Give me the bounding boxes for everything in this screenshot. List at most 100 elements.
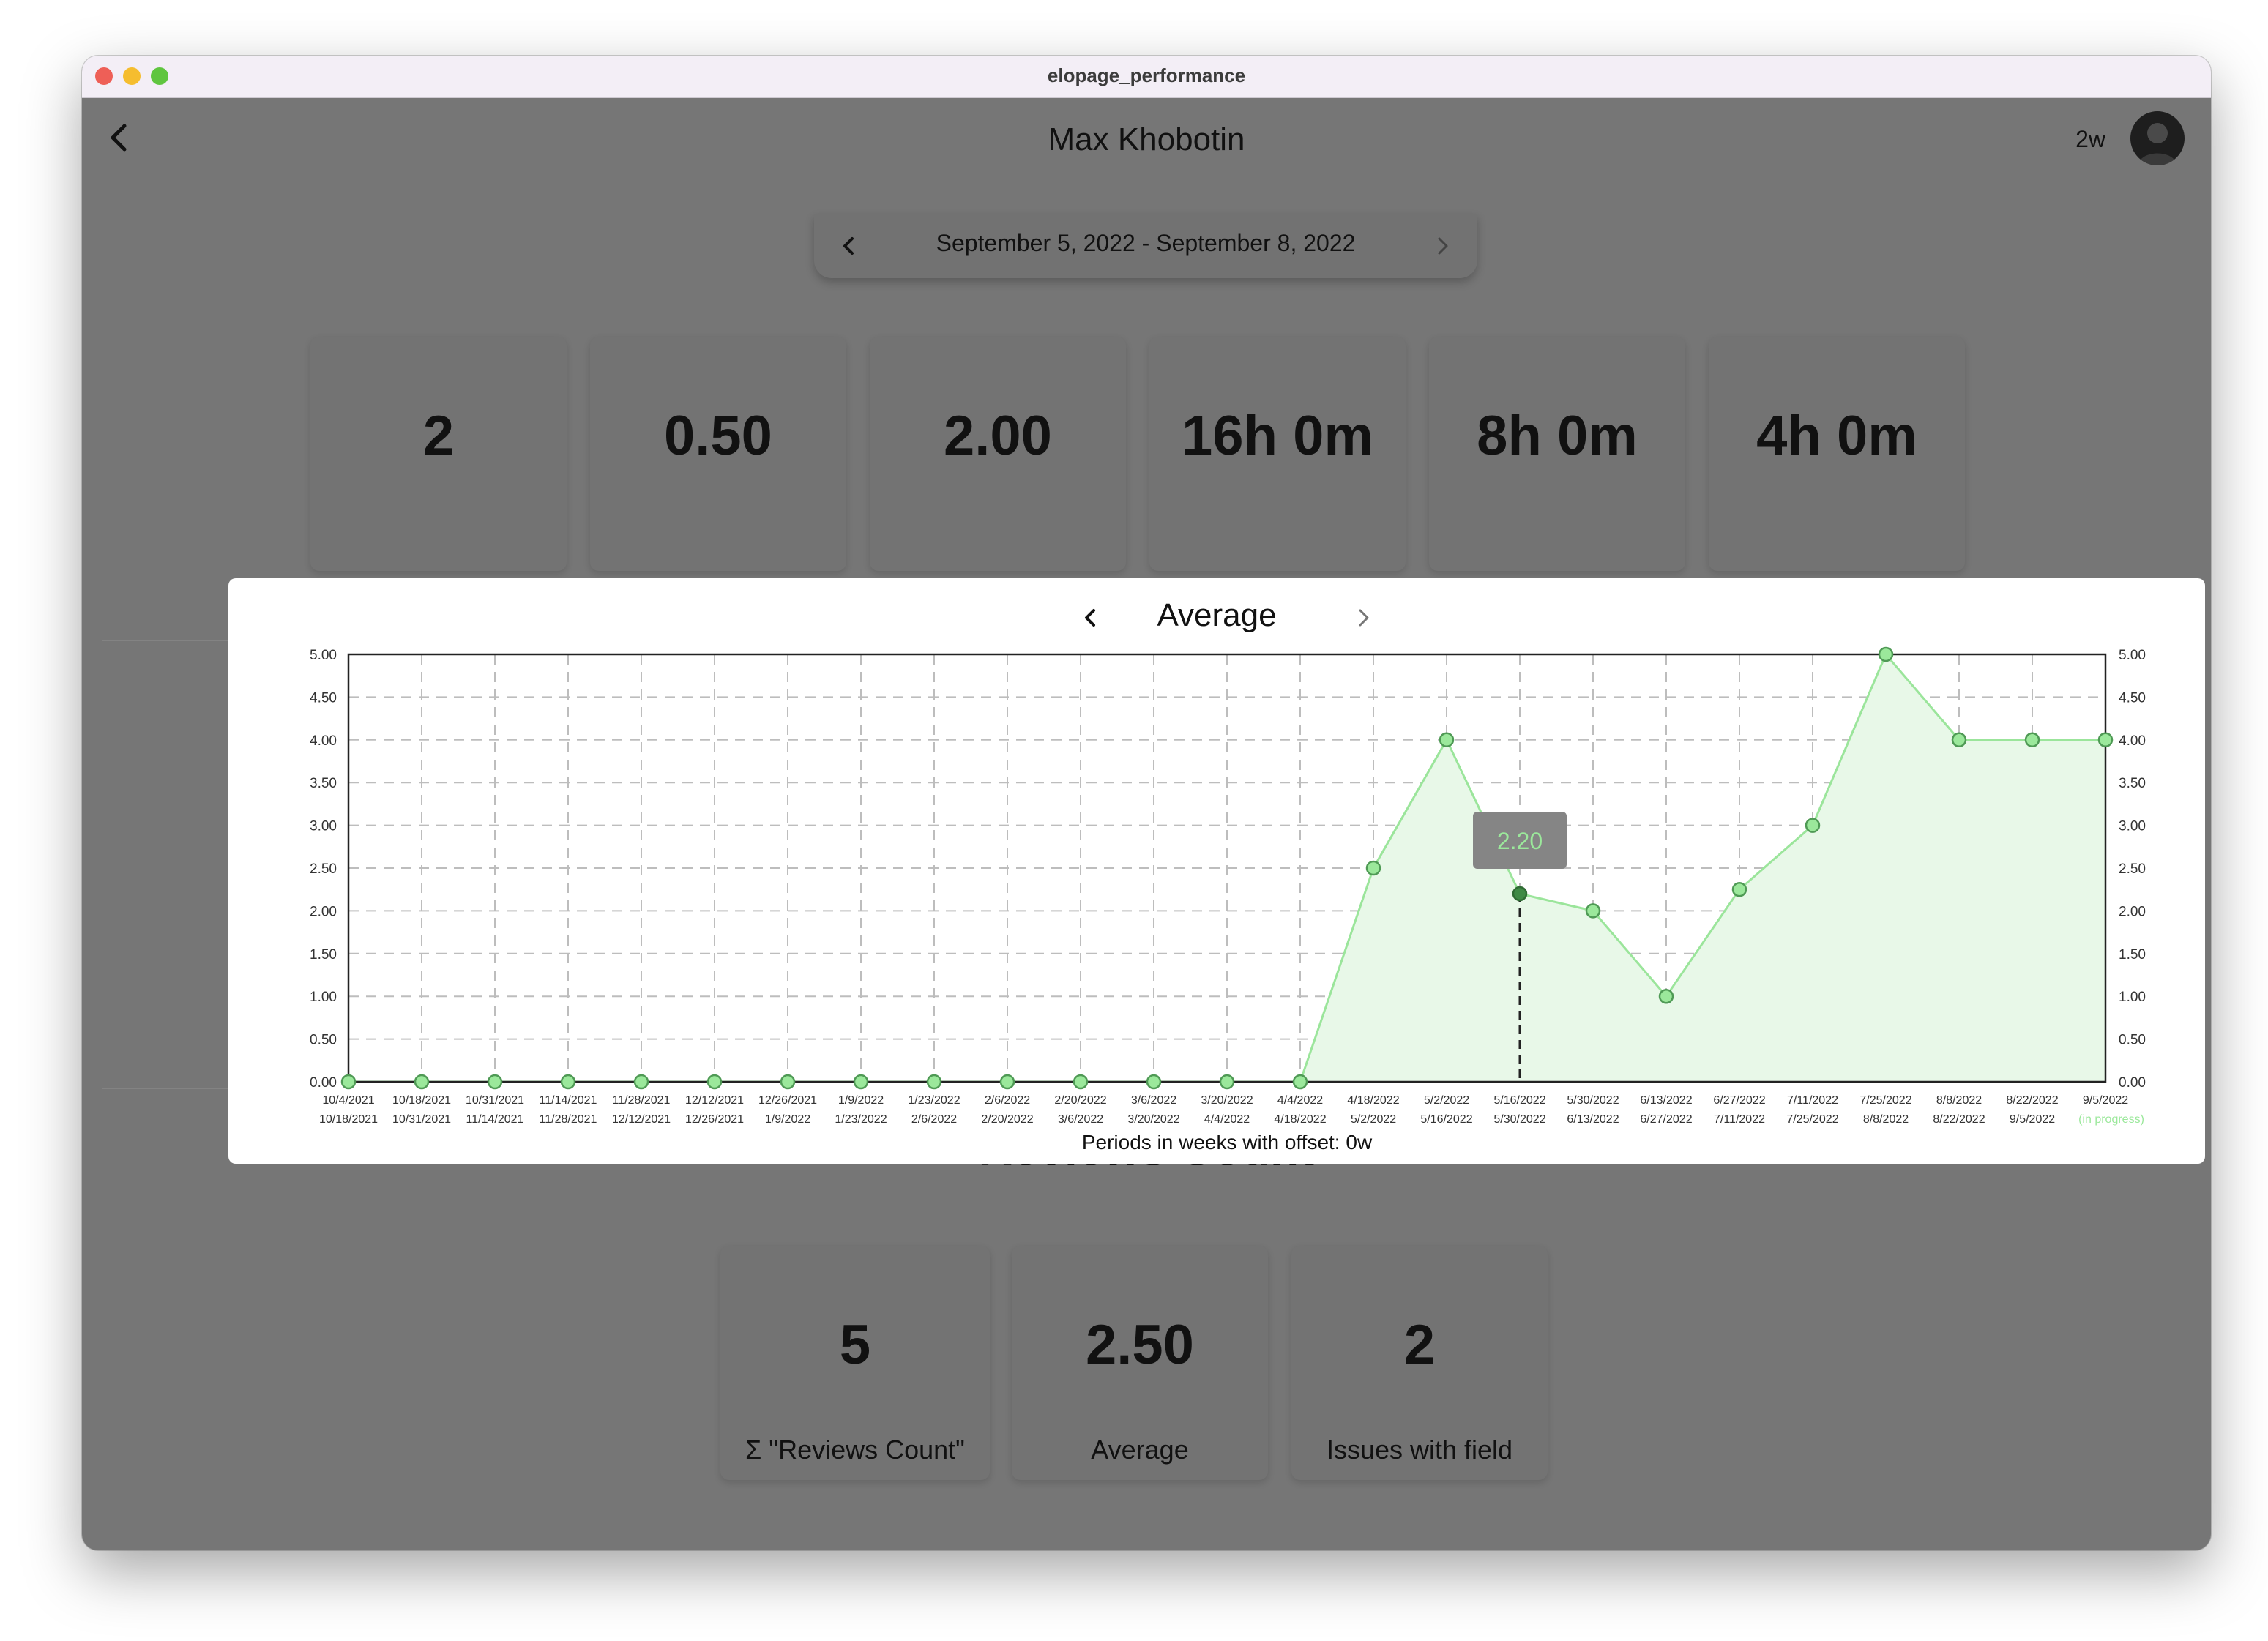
- data-point: [853, 1074, 869, 1090]
- stat-value: 0.50: [664, 405, 772, 467]
- stat-value: 2.00: [944, 405, 1052, 467]
- chevron-right-icon[interactable]: [1429, 233, 1455, 259]
- x-tick-label-end: 1/23/2022: [835, 1113, 887, 1126]
- x-tick-label-start: 10/18/2021: [392, 1094, 451, 1107]
- data-point: [1146, 1074, 1162, 1090]
- data-point: [487, 1074, 503, 1090]
- data-point: [926, 1074, 942, 1090]
- x-tick-label-start: 5/2/2022: [1424, 1094, 1469, 1107]
- average-chart: 0.00 0.00 0.50 0.50 1.00 1.00 1.50 1.50 2.00 2.00…: [310, 646, 2146, 1154]
- stat-label: Average: [1091, 1435, 1189, 1465]
- data-point: [1292, 1074, 1308, 1090]
- stat-card: 2.00: [870, 337, 1126, 571]
- x-tick-label-start: 1/23/2022: [908, 1094, 960, 1107]
- x-tick-label-start: 12/26/2021: [758, 1094, 817, 1107]
- x-tick-label-end: 11/28/2021: [540, 1113, 597, 1126]
- x-tick-label-end: 2/20/2022: [981, 1113, 1033, 1126]
- y-tick-label-right: 3.00: [2119, 819, 2146, 834]
- x-tick-label-start: 12/12/2021: [685, 1094, 744, 1107]
- x-tick-label-end: 9/5/2022: [2010, 1113, 2055, 1126]
- data-point: [1512, 886, 1528, 902]
- y-tick-label-right: 2.00: [2119, 904, 2146, 919]
- stat-card: 16h 0m: [1149, 337, 1406, 571]
- x-tick-label-end: 10/31/2021: [392, 1113, 451, 1126]
- stat-card: 2 Issues with field: [1291, 1246, 1548, 1480]
- x-tick-label-end: 11/14/2021: [466, 1113, 524, 1126]
- x-tick-label-end: 5/16/2022: [1420, 1113, 1472, 1126]
- x-tick-label-start: 2/6/2022: [985, 1094, 1030, 1107]
- y-tick-label-right: 1.00: [2119, 990, 2146, 1005]
- x-tick-label-start: 3/20/2022: [1201, 1094, 1253, 1107]
- window-title: elopage_performance: [1047, 64, 1246, 86]
- y-tick-label-left: 0.50: [310, 1033, 337, 1048]
- y-tick-label-right: 4.00: [2119, 733, 2146, 749]
- y-tick-label-right: 0.00: [2119, 1075, 2146, 1091]
- x-tick-label-end: 3/6/2022: [1058, 1113, 1103, 1126]
- y-tick-label-right: 2.50: [2119, 861, 2146, 877]
- stat-label: Σ "Reviews Count": [745, 1435, 965, 1465]
- x-tick-label-end: 6/27/2022: [1640, 1113, 1692, 1126]
- data-point: [1219, 1074, 1235, 1090]
- y-tick-label-left: 2.50: [310, 861, 337, 877]
- y-tick-label-right: 5.00: [2119, 648, 2146, 663]
- x-tick-label-start: 7/11/2022: [1787, 1094, 1838, 1107]
- y-tick-label-right: 4.50: [2119, 690, 2146, 706]
- chart-title: Average: [1157, 597, 1277, 633]
- x-tick-label-start: 5/16/2022: [1493, 1094, 1545, 1107]
- x-tick-label-start: 2/20/2022: [1054, 1094, 1106, 1107]
- x-tick-label-start: 11/14/2021: [540, 1094, 597, 1107]
- period-selector[interactable]: 2w: [2075, 126, 2105, 153]
- x-tick-label-end: 12/12/2021: [612, 1113, 671, 1126]
- app-window: elopage_performance Max Khobotin 2w Sept…: [82, 56, 2211, 1550]
- stat-card: 0.50: [590, 337, 846, 571]
- y-tick-label-left: 4.50: [310, 690, 337, 706]
- chevron-right-icon[interactable]: [1350, 605, 1376, 631]
- x-tick-label-end: 1/9/2022: [765, 1113, 810, 1126]
- data-point: [340, 1074, 357, 1090]
- x-tick-label-end: 7/25/2022: [1786, 1113, 1838, 1126]
- user-name-title: Max Khobotin: [1048, 122, 1245, 157]
- stat-value: 2: [422, 405, 455, 467]
- x-tick-label-start: 3/6/2022: [1131, 1094, 1176, 1107]
- stat-card: 8h 0m: [1429, 337, 1685, 571]
- data-point: [1073, 1074, 1089, 1090]
- tooltip-value: 2.20: [1497, 828, 1543, 854]
- stat-value: 4h 0m: [1756, 405, 1917, 467]
- x-tick-label-start: 1/9/2022: [838, 1094, 884, 1107]
- x-tick-label-end: 6/13/2022: [1567, 1113, 1619, 1126]
- x-tick-label-end: 7/11/2022: [1714, 1113, 1765, 1126]
- data-point: [2097, 732, 2114, 748]
- y-tick-label-right: 1.50: [2119, 947, 2146, 962]
- y-tick-label-left: 5.00: [310, 648, 337, 663]
- stat-value: 2: [1403, 1314, 1436, 1376]
- x-tick-label-end: 8/8/2022: [1863, 1113, 1909, 1126]
- x-tick-label-start: 4/18/2022: [1347, 1094, 1399, 1107]
- x-tick-label-start: 6/13/2022: [1640, 1094, 1692, 1107]
- avatar[interactable]: [2130, 111, 2185, 165]
- stat-card: 4h 0m: [1709, 337, 1965, 571]
- x-tick-label-start: 11/28/2021: [613, 1094, 671, 1107]
- x-tick-label-end: 12/26/2021: [685, 1113, 744, 1126]
- y-tick-label-left: 2.00: [310, 904, 337, 919]
- x-tick-label-end: 5/2/2022: [1351, 1113, 1396, 1126]
- x-tick-label-start: 9/5/2022: [2083, 1094, 2128, 1107]
- data-point: [1585, 903, 1601, 919]
- stat-card: 2.50 Average: [1012, 1246, 1268, 1480]
- x-tick-label-start: 10/4/2021: [322, 1094, 374, 1107]
- data-point: [999, 1074, 1015, 1090]
- data-point: [1439, 732, 1455, 748]
- data-point: [1805, 818, 1821, 833]
- data-point: [780, 1074, 796, 1090]
- title-bar: elopage_performance: [82, 56, 2211, 98]
- x-tick-label-start: 7/25/2022: [1859, 1094, 1911, 1107]
- data-point: [706, 1074, 723, 1090]
- y-tick-label-left: 3.50: [310, 776, 337, 791]
- x-tick-label-end: 4/4/2022: [1204, 1113, 1250, 1126]
- x-tick-label-end: 2/6/2022: [911, 1113, 957, 1126]
- x-tick-label-start: 6/27/2022: [1713, 1094, 1765, 1107]
- x-tick-label-start: 8/22/2022: [2006, 1094, 2058, 1107]
- x-tick-label-end: 3/20/2022: [1127, 1113, 1179, 1126]
- data-point: [414, 1074, 430, 1090]
- y-tick-label-left: 4.00: [310, 733, 337, 749]
- x-tick-label-start: 5/30/2022: [1567, 1094, 1619, 1107]
